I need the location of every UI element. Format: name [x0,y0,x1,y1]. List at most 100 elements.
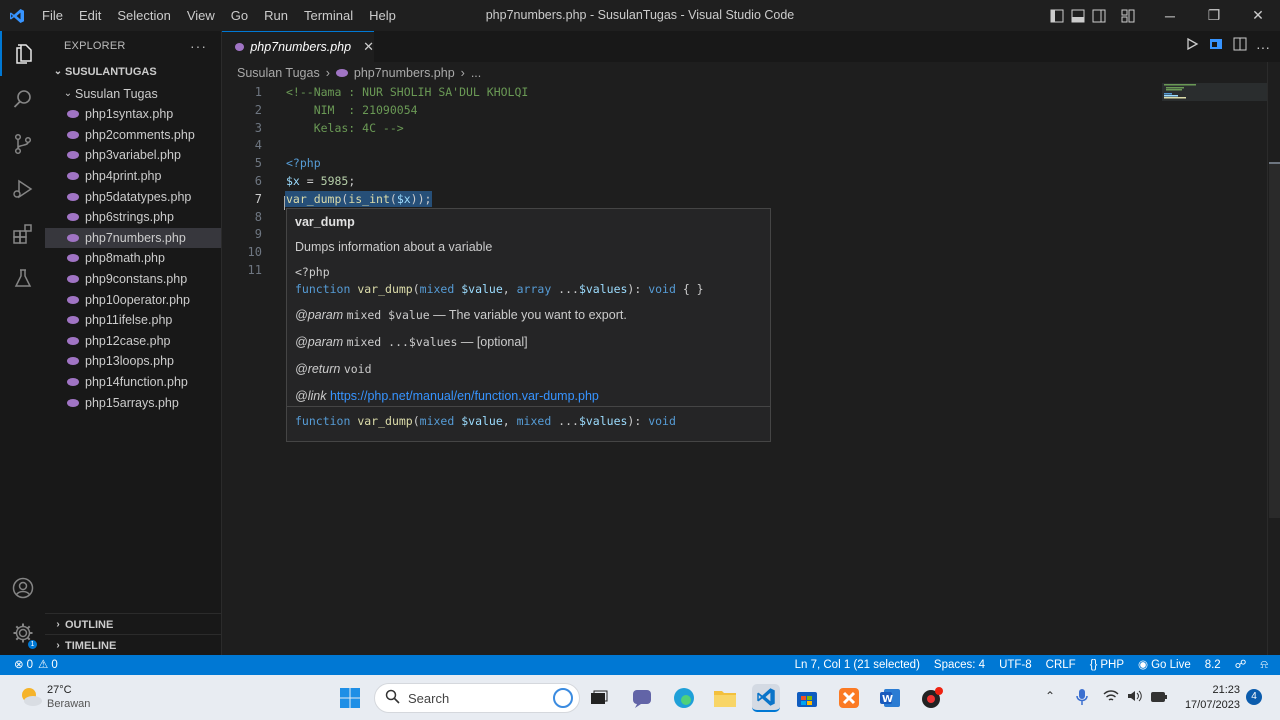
file-item[interactable]: php12case.php [45,331,221,352]
line-number: 6 [254,174,262,188]
file-item[interactable]: php1syntax.php [45,104,221,125]
file-item[interactable]: php13loops.php [45,351,221,372]
close-window-button[interactable]: ✕ [1236,0,1280,31]
teams-chat-icon[interactable] [628,684,656,712]
indentation[interactable]: Spaces: 4 [927,655,992,675]
file-item[interactable]: php14function.php [45,372,221,393]
file-item-active[interactable]: php7numbers.php [45,227,221,249]
windows-start-icon[interactable] [336,684,364,712]
minimap[interactable] [1160,83,1267,203]
restore-button[interactable]: ❐ [1192,0,1236,31]
search-icon[interactable] [0,76,45,121]
file-explorer-icon[interactable] [711,684,739,712]
notification-badge[interactable]: 4 [1246,689,1262,705]
xampp-icon[interactable] [835,684,863,712]
menu-run[interactable]: Run [256,0,296,31]
line-number: 10 [247,245,262,260]
explorer-icon[interactable] [0,31,45,76]
edge-browser-icon[interactable] [670,684,698,712]
outline-section[interactable]: › OUTLINE [45,614,222,636]
store-icon[interactable] [793,684,821,712]
feedback-icon[interactable]: ☍ [1228,655,1254,675]
status-bar: ⊗ 0 ⚠ 0 Ln 7, Col 1 (21 selected) Spaces: … [0,655,1280,675]
php-file-icon [67,151,79,160]
taskbar-search[interactable]: Search [374,683,580,713]
scrollbar-thumb[interactable] [1269,162,1280,518]
timeline-section[interactable]: › TIMELINE [45,635,222,657]
app-record-icon[interactable] [918,684,946,712]
workspace-label: SUSULANTUGAS [65,66,157,78]
breadcrumb-more[interactable]: ... [471,66,481,80]
accounts-icon[interactable] [0,565,45,610]
show-hidden-icons-chevron-icon[interactable]: ⌃ [1045,689,1055,703]
tab-php7numbers[interactable]: php7numbers.php ✕ [222,31,374,62]
file-item[interactable]: php4print.php [45,166,221,187]
battery-icon[interactable] [1150,690,1168,708]
breadcrumb-file[interactable]: php7numbers.php [354,66,455,80]
toggle-primary-sidebar-icon[interactable] [1046,0,1067,31]
vscode-taskbar-icon[interactable] [752,684,780,712]
split-editor-icon[interactable] [1232,36,1248,57]
run-debug-icon[interactable] [0,166,45,211]
language-mode[interactable]: {} PHP [1083,655,1131,675]
workspace-header[interactable]: ⌄ SUSULANTUGAS [45,61,221,83]
php-file-icon [67,213,79,222]
breadcrumb-folder[interactable]: Susulan Tugas [237,66,320,80]
word-icon[interactable]: W [876,684,904,712]
source-control-icon[interactable] [0,121,45,166]
weather-icon[interactable] [18,684,44,710]
minimize-button[interactable]: ─ [1148,0,1192,31]
php-file-icon [67,233,79,242]
file-item[interactable]: php3variabel.php [45,145,221,166]
code-line-3: Kelas: 4C --> [286,120,404,135]
wifi-icon[interactable] [1103,689,1119,708]
problems-indicator[interactable]: ⊗ 0 ⚠ 0 [0,655,65,675]
editor-tabs: php7numbers.php ✕ ··· [222,31,1280,62]
file-item[interactable]: php2comments.php [45,125,221,146]
file-label: php6strings.php [85,210,174,225]
file-label: php2comments.php [85,127,195,142]
close-tab-icon[interactable]: ✕ [363,39,374,55]
file-item[interactable]: php8math.php [45,248,221,269]
menu-file[interactable]: File [34,0,71,31]
menu-go[interactable]: Go [223,0,256,31]
cursor-position[interactable]: Ln 7, Col 1 (21 selected) [788,655,927,675]
clock[interactable]: 21:23 17/07/2023 [1180,683,1240,713]
testing-icon[interactable] [0,256,45,301]
volume-icon[interactable] [1127,689,1143,708]
file-item[interactable]: php11ifelse.php [45,310,221,331]
microphone-icon[interactable] [1075,688,1089,711]
more-editor-actions-icon[interactable]: ··· [1256,39,1270,55]
file-item[interactable]: php5datatypes.php [45,186,221,207]
file-item[interactable]: php15arrays.php [45,392,221,413]
file-item[interactable]: php9constans.php [45,269,221,290]
menu-help[interactable]: Help [361,0,404,31]
more-actions-icon[interactable]: ··· [190,31,207,61]
go-live-button[interactable]: ◉ Go Live [1131,655,1198,675]
task-view-icon[interactable] [585,684,613,712]
docs-link[interactable]: https://php.net/manual/en/function.var-d… [330,389,599,403]
weather-widget[interactable]: 27°C Berawan [47,683,90,711]
editor-scrollbar[interactable] [1267,62,1280,655]
end-of-line[interactable]: CRLF [1039,655,1083,675]
file-item[interactable]: php6strings.php [45,207,221,228]
customize-layout-icon[interactable] [1117,0,1138,31]
manage-gear-icon[interactable]: 1 [0,610,45,655]
menu-selection[interactable]: Selection [109,0,178,31]
file-item[interactable]: php10operator.php [45,289,221,310]
toggle-secondary-sidebar-icon[interactable] [1088,0,1109,31]
php-file-icon [67,316,79,325]
code-token: var_dump [357,282,413,296]
toggle-panel-icon[interactable] [1067,0,1088,31]
menu-view[interactable]: View [179,0,223,31]
notifications-bell-icon[interactable]: ⍾ [1253,655,1280,675]
braces-icon: {} [1089,659,1098,671]
php-version[interactable]: 8.2 [1198,655,1228,675]
open-preview-icon[interactable] [1208,36,1224,57]
folder-susulan-tugas[interactable]: ⌄ Susulan Tugas [45,83,221,104]
run-file-icon[interactable] [1184,36,1200,57]
menu-edit[interactable]: Edit [71,0,109,31]
extensions-icon[interactable] [0,211,45,256]
menu-terminal[interactable]: Terminal [296,0,361,31]
encoding[interactable]: UTF-8 [992,655,1039,675]
